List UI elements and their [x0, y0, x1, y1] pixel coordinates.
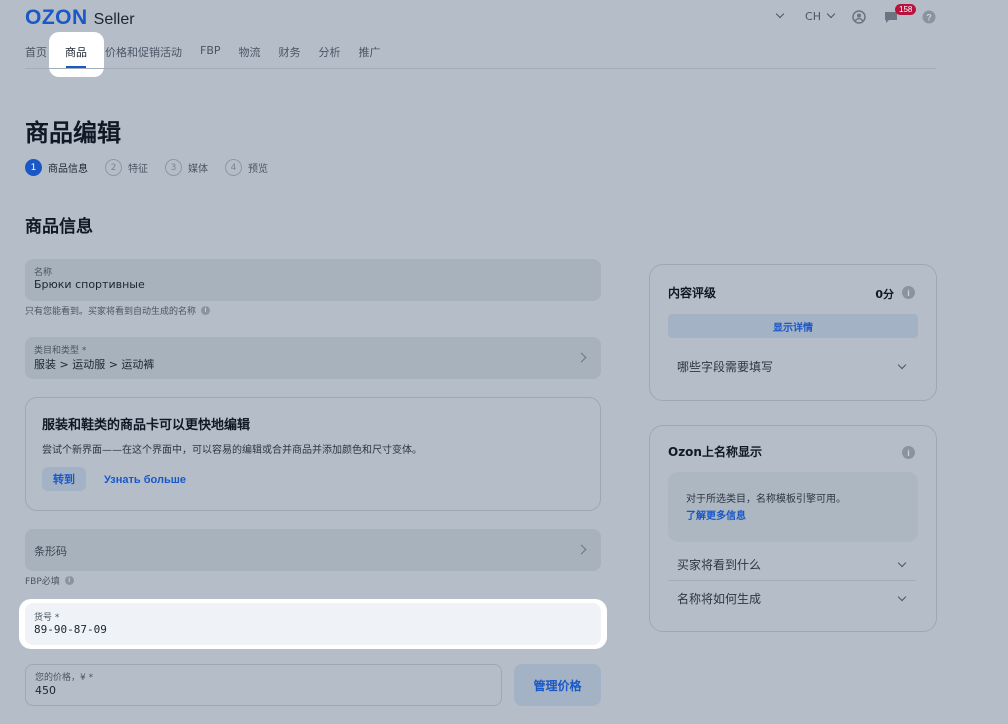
stepper: 1 商品信息 2 特征 3 媒体 4 预览 [25, 159, 285, 176]
name-generation-accordion[interactable]: 名称将如何生成 [677, 590, 907, 607]
barcode-field[interactable]: 条形码 [25, 529, 601, 571]
language-label: CH [805, 9, 821, 23]
sku-label: 货号 * [34, 613, 60, 623]
rating-title: 内容评级 [668, 286, 717, 300]
step-number: 1 [25, 159, 42, 176]
notifications-badge: 158 [895, 4, 917, 15]
sku-value: 89-90-87-09 [34, 623, 107, 636]
sku-field[interactable]: 货号 * 89-90-87-09 [25, 603, 601, 645]
step-label: 特征 [128, 164, 148, 175]
name-hint-text: 只有您能看到。买家将看到自动生成的名称 [25, 307, 197, 317]
show-details-button[interactable]: 显示详情 [668, 314, 918, 338]
price-label: 您的价格，¥ * [35, 673, 94, 683]
naming-note: 对于所选类目，名称模板引擎可用。 了解更多信息 [668, 472, 918, 542]
accordion-label: 买家将看到什么 [677, 558, 762, 572]
learn-more-link[interactable]: 了解更多信息 [686, 507, 746, 522]
logo-product: Seller [93, 11, 135, 28]
header-actions: CH 158 ? [775, 4, 936, 26]
nav-promotion[interactable]: 推广 [359, 44, 381, 60]
chevron-down-icon [897, 558, 907, 567]
name-hint: 只有您能看到。买家将看到自动生成的名称 i [25, 304, 211, 317]
step-label: 媒体 [188, 164, 208, 175]
clothing-editor-promo: 服装和鞋类的商品卡可以更快地编辑 尝试个新界面——在这个界面中，可以容易的编辑或… [25, 397, 601, 511]
nav-analytics[interactable]: 分析 [319, 44, 341, 60]
nav-logistics[interactable]: 物流 [239, 44, 261, 60]
divider [668, 580, 916, 581]
price-field[interactable]: 您的价格，¥ * 450 [25, 664, 502, 706]
buyer-view-accordion[interactable]: 买家将看到什么 [677, 556, 907, 573]
info-icon[interactable]: i [902, 446, 915, 459]
step-number: 3 [165, 159, 182, 176]
required-fields-accordion[interactable]: 哪些字段需要填写 [677, 358, 907, 375]
chevron-down-icon [826, 9, 836, 19]
page-title: 商品编辑 [25, 119, 121, 147]
step-product-info[interactable]: 1 商品信息 [25, 159, 88, 176]
category-value: 服装 > 运动服 > 运动裤 [34, 358, 155, 371]
language-selector[interactable]: CH [805, 9, 836, 23]
barcode-hint-text: FBP必填 [25, 577, 60, 587]
chevron-right-icon [576, 352, 587, 363]
name-value: Брюки спортивные [34, 278, 145, 291]
section-title: 商品信息 [25, 217, 93, 237]
ozon-seller-logo[interactable]: OZON Seller [25, 6, 135, 30]
nav-finance[interactable]: 财务 [279, 44, 301, 60]
step-label: 预览 [248, 164, 268, 175]
name-field[interactable]: 名称 Брюки спортивные [25, 259, 601, 301]
sku-field-highlight: 货号 * 89-90-87-09 [19, 599, 607, 649]
main-nav: 首页 商品 价格和促销活动 FBP 物流 财务 分析 推广 [25, 44, 399, 60]
promo-text: 尝试个新界面——在这个界面中，可以容易的编辑或合并商品并添加颜色和尺寸变体。 [42, 445, 422, 456]
price-value: 450 [35, 684, 56, 697]
info-icon[interactable]: i [902, 286, 915, 299]
accordion-label: 哪些字段需要填写 [677, 360, 774, 374]
name-label: 名称 [34, 268, 53, 278]
svg-text:?: ? [926, 13, 932, 23]
ozon-name-card: Ozon上名称显示 i 对于所选类目，名称模板引擎可用。 了解更多信息 买家将看… [649, 425, 937, 632]
profile-icon[interactable] [852, 9, 866, 24]
rating-score: 0分 [875, 288, 894, 301]
chat-icon[interactable]: 158 [884, 4, 917, 23]
chevron-right-icon [576, 544, 587, 555]
chevron-down-icon [897, 592, 907, 601]
accordion-label: 名称将如何生成 [677, 592, 762, 606]
category-label: 类目和类型 * [34, 346, 87, 356]
nav-pricing[interactable]: 价格和促销活动 [105, 44, 182, 60]
promo-title: 服装和鞋类的商品卡可以更快地编辑 [42, 418, 251, 433]
nav-fbp[interactable]: FBP [200, 44, 221, 60]
category-field[interactable]: 类目和类型 * 服装 > 运动服 > 运动裤 [25, 337, 601, 379]
info-icon[interactable]: i [201, 306, 211, 315]
naming-title: Ozon上名称显示 [668, 445, 762, 459]
promo-learn-more-link[interactable]: Узнать больше [104, 474, 186, 486]
promo-go-button[interactable]: 转到 [42, 467, 86, 491]
help-icon[interactable]: ? [922, 9, 936, 24]
content-rating-card: 内容评级 0分 i 显示详情 哪些字段需要填写 [649, 264, 937, 401]
nav-products[interactable]: 商品 [65, 44, 87, 60]
store-dropdown-chevron-icon[interactable] [775, 9, 785, 19]
step-preview[interactable]: 4 预览 [225, 159, 268, 176]
nav-home[interactable]: 首页 [25, 44, 47, 60]
step-label: 商品信息 [48, 164, 88, 175]
step-number: 4 [225, 159, 242, 176]
logo-brand: OZON [25, 6, 88, 29]
chevron-down-icon [897, 360, 907, 369]
step-attributes[interactable]: 2 特征 [105, 159, 148, 176]
nav-divider [25, 68, 936, 69]
step-media[interactable]: 3 媒体 [165, 159, 208, 176]
step-number: 2 [105, 159, 122, 176]
barcode-hint: FBP必填 i [25, 574, 74, 587]
note-text: 对于所选类目，名称模板引擎可用。 [686, 494, 846, 505]
manage-price-button[interactable]: 管理价格 [514, 664, 601, 706]
info-icon[interactable]: i [64, 576, 74, 585]
barcode-label: 条形码 [34, 545, 67, 558]
